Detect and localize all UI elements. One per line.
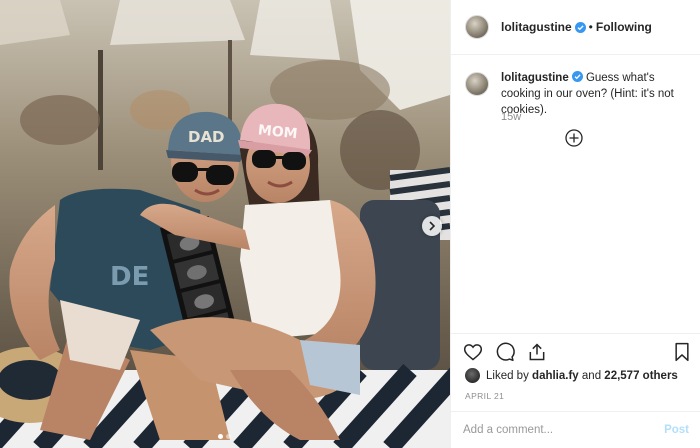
carousel-dot (226, 434, 231, 439)
carousel-indicator (218, 434, 231, 439)
photo-illustration: DE DAD MOM (0, 0, 450, 448)
following-button[interactable]: Following (596, 20, 652, 34)
comment-box: Post (451, 411, 700, 448)
comment-icon[interactable] (495, 342, 515, 364)
chevron-right-icon (427, 221, 437, 231)
verified-badge-icon (574, 21, 586, 33)
likes-summary: Liked by dahlia.fy and 22,577 others (465, 368, 678, 383)
heart-icon[interactable] (463, 342, 483, 364)
carousel-dot (218, 434, 223, 439)
next-photo-button[interactable] (422, 216, 442, 236)
svg-text:DE: DE (110, 262, 149, 292)
action-bar (451, 333, 700, 362)
likes-and: and (581, 369, 602, 382)
caption: lolitagustine Guess what's cooking in ou… (465, 70, 693, 118)
bookmark-icon[interactable] (673, 342, 693, 364)
verified-badge-icon (571, 71, 583, 82)
avatar[interactable] (465, 72, 489, 96)
caption-username-link[interactable]: lolitagustine (501, 72, 569, 84)
comment-input[interactable] (463, 424, 665, 436)
header-separator: • (588, 20, 593, 34)
post-comment-button[interactable]: Post (664, 424, 689, 436)
liker-username-link[interactable]: dahlia.fy (532, 370, 579, 382)
action-icons (463, 342, 547, 364)
caption-body: lolitagustine Guess what's cooking in ou… (501, 70, 693, 118)
liker-avatar[interactable] (465, 368, 480, 383)
post-date[interactable]: APRIL 21 (465, 391, 504, 401)
post-photo[interactable]: DE DAD MOM (0, 0, 450, 448)
plus-circle-icon[interactable] (565, 129, 583, 147)
post-header: lolitagustine • Following (451, 0, 700, 55)
username-link[interactable]: lolitagustine (501, 20, 572, 34)
share-icon[interactable] (527, 342, 547, 364)
post-side-panel: lolitagustine • Following lolitagustine … (450, 0, 700, 448)
likes-count-link[interactable]: 22,577 others (604, 370, 678, 382)
avatar[interactable] (465, 15, 489, 39)
likes-prefix: Liked by (486, 369, 529, 382)
caption-time-ago[interactable]: 15w (501, 111, 521, 123)
photo-cap-left-text: DAD (188, 128, 225, 146)
